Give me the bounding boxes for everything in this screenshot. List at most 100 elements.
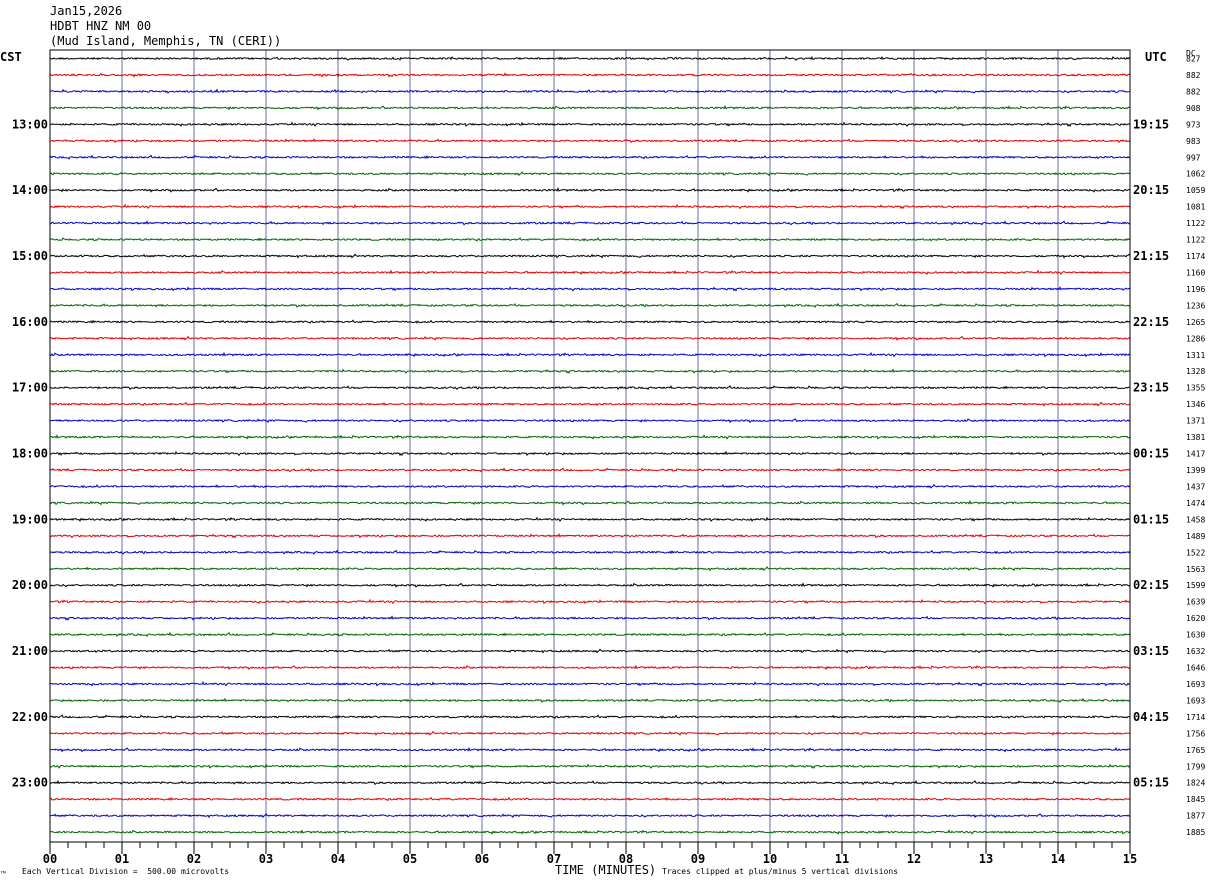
trace-line bbox=[49, 237, 1131, 242]
x-tick-label: 11 bbox=[835, 852, 849, 866]
dc-offset-value: 1756 bbox=[1186, 729, 1205, 738]
right-hour-label: 05:15 bbox=[1133, 776, 1169, 790]
right-hour-label: 21:15 bbox=[1133, 249, 1169, 263]
dc-offset-value: 1714 bbox=[1186, 713, 1205, 722]
dc-offset-value: 1062 bbox=[1186, 170, 1205, 179]
right-hour-label: 22:15 bbox=[1133, 315, 1169, 329]
x-tick-label: 06 bbox=[475, 852, 489, 866]
dc-offset-value: 1632 bbox=[1186, 647, 1205, 656]
dc-offset-value: 1081 bbox=[1186, 203, 1205, 212]
trace-line bbox=[49, 779, 1131, 786]
dc-offset-value: 1630 bbox=[1186, 631, 1205, 640]
dc-offset-value: 882 bbox=[1186, 87, 1201, 96]
dc-offset-value: 1799 bbox=[1186, 762, 1205, 771]
trace-line bbox=[49, 88, 1131, 94]
trace-line bbox=[49, 615, 1131, 621]
dc-offset-value: 882 bbox=[1186, 71, 1201, 80]
trace-line bbox=[49, 516, 1131, 522]
dc-offset-value: 1122 bbox=[1186, 236, 1205, 245]
dc-offset-value: 1328 bbox=[1186, 367, 1205, 376]
trace-line bbox=[49, 829, 1131, 835]
trace-line bbox=[49, 664, 1130, 671]
dc-offset-value: 1458 bbox=[1186, 515, 1205, 524]
right-hour-label: 02:15 bbox=[1133, 578, 1169, 592]
dc-offset-value: 1196 bbox=[1186, 285, 1205, 294]
trace-line bbox=[49, 450, 1131, 457]
x-tick-label: 12 bbox=[907, 852, 921, 866]
dc-offset-value: 1599 bbox=[1186, 581, 1205, 590]
trace-line bbox=[49, 286, 1131, 292]
right-hour-label: 01:15 bbox=[1133, 512, 1169, 526]
corner-mark: ™ bbox=[1, 870, 6, 879]
dc-offset-value: 1355 bbox=[1186, 384, 1205, 393]
trace-line bbox=[50, 483, 1131, 490]
x-tick-label: 00 bbox=[43, 852, 57, 866]
x-tick-label: 04 bbox=[331, 852, 345, 866]
x-axis-label: TIME (MINUTES) bbox=[555, 863, 657, 877]
dc-offset-value: 1877 bbox=[1186, 812, 1205, 821]
dc-offset-value: 1693 bbox=[1186, 680, 1205, 689]
dc-offset-value: 997 bbox=[1186, 153, 1201, 162]
trace-line bbox=[49, 335, 1131, 341]
seismogram-plot: 00 01 02 03 04 05 06 07 08 09 10 11 12 13 14 1513:0014:… bbox=[12, 49, 1205, 866]
dc-offset-value: 1059 bbox=[1186, 186, 1205, 195]
dc-offset-value: 1845 bbox=[1186, 795, 1205, 804]
dc-offset-value: 1417 bbox=[1186, 450, 1205, 459]
left-hour-label: 20:00 bbox=[12, 578, 48, 592]
dc-offset-value: 973 bbox=[1186, 120, 1201, 129]
dc-offset-value: 1437 bbox=[1186, 482, 1205, 491]
dc-offset-value: 908 bbox=[1186, 104, 1201, 113]
trace-line bbox=[49, 714, 1131, 719]
dc-offset-value: 1474 bbox=[1186, 499, 1205, 508]
trace-line bbox=[49, 681, 1131, 687]
trace-line bbox=[49, 467, 1131, 473]
trace-line bbox=[49, 401, 1131, 407]
trace-line bbox=[49, 368, 1131, 374]
left-hour-label: 22:00 bbox=[12, 710, 48, 724]
trace-line bbox=[49, 631, 1131, 638]
trace-line bbox=[49, 121, 1131, 127]
right-hour-label: 20:15 bbox=[1133, 183, 1169, 197]
x-tick-label: 01 bbox=[115, 852, 129, 866]
trace-line bbox=[49, 532, 1131, 539]
trace-line bbox=[49, 582, 1131, 588]
trace-line bbox=[49, 813, 1131, 819]
trace-line bbox=[49, 171, 1131, 177]
dc-offset-value: 1265 bbox=[1186, 318, 1205, 327]
dc-offset-value: 1311 bbox=[1186, 351, 1205, 360]
dc-offset-value: 1122 bbox=[1186, 219, 1205, 228]
dc-offset-value: 1693 bbox=[1186, 696, 1205, 705]
right-hour-label: 00:15 bbox=[1133, 447, 1169, 461]
left-hour-label: 17:00 bbox=[12, 381, 48, 395]
dc-offset-value: 1765 bbox=[1186, 746, 1205, 755]
x-tick-label: 03 bbox=[259, 852, 273, 866]
left-hour-label: 14:00 bbox=[12, 183, 48, 197]
left-hour-label: 18:00 bbox=[12, 447, 48, 461]
left-hour-label: 15:00 bbox=[12, 249, 48, 263]
trace-line bbox=[49, 187, 1131, 193]
trace-line bbox=[49, 796, 1131, 802]
trace-line bbox=[49, 763, 1131, 769]
x-tick-label: 15 bbox=[1123, 852, 1137, 866]
trace-line bbox=[50, 138, 1131, 144]
trace-line bbox=[49, 302, 1131, 308]
trace-line bbox=[49, 434, 1131, 440]
dc-offset-value: 1522 bbox=[1186, 548, 1205, 557]
left-hour-label: 19:00 bbox=[12, 512, 48, 526]
trace-line bbox=[49, 730, 1131, 736]
dc-offset-value: 1489 bbox=[1186, 532, 1205, 541]
dc-offset-value: 1563 bbox=[1186, 565, 1205, 574]
left-hour-label: 16:00 bbox=[12, 315, 48, 329]
dc-offset-value: 1620 bbox=[1186, 614, 1205, 623]
trace-line bbox=[49, 598, 1131, 605]
trace-line bbox=[49, 648, 1131, 654]
trace-line bbox=[49, 746, 1131, 753]
trace-line bbox=[49, 500, 1131, 506]
dc-offset-value: 1381 bbox=[1186, 433, 1205, 442]
trace-line bbox=[49, 384, 1131, 391]
plot-frame bbox=[49, 49, 1131, 843]
dc-offset-value: 1286 bbox=[1186, 334, 1205, 343]
left-hour-label: 21:00 bbox=[12, 644, 48, 658]
trace-line bbox=[49, 253, 1131, 259]
trace-line bbox=[49, 72, 1131, 78]
